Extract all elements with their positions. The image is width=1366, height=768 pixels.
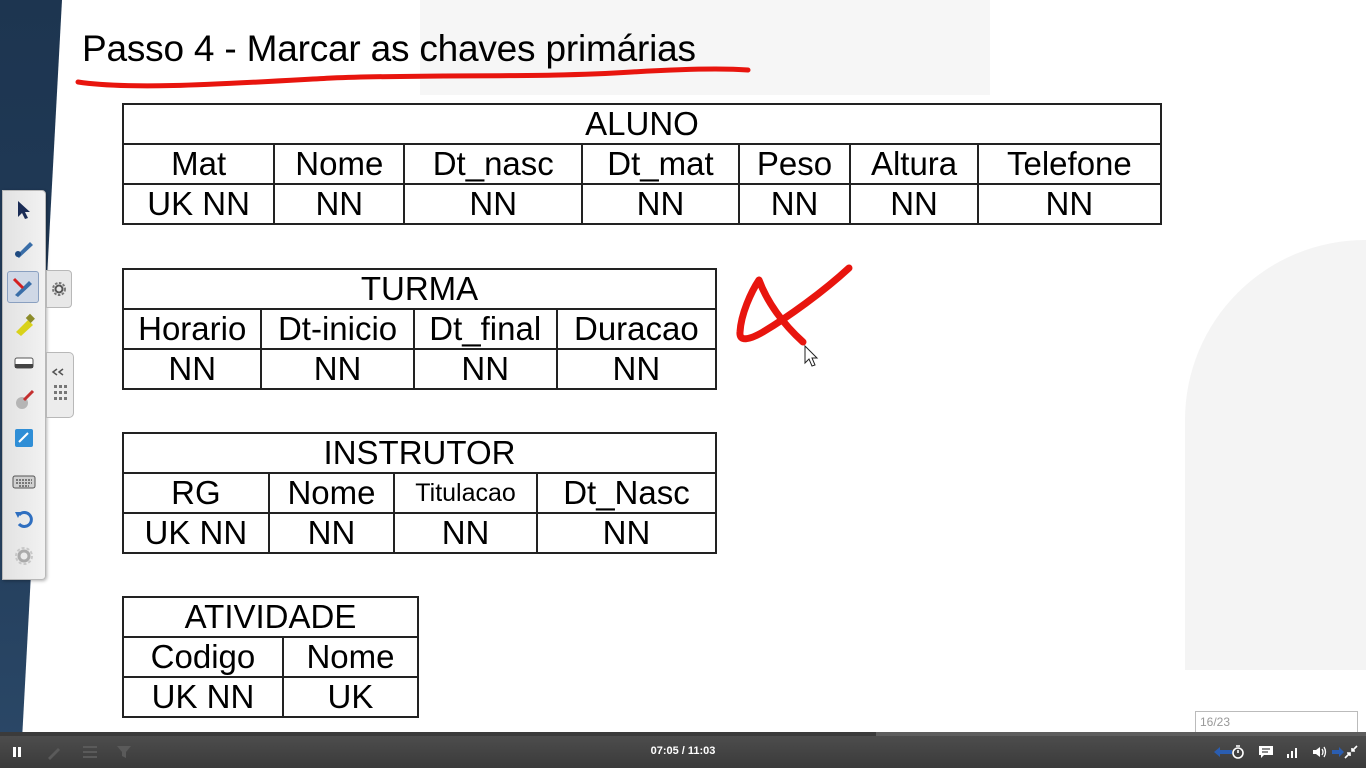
column-header: Duracao [555,308,718,350]
chat-bubble-icon [1259,746,1273,758]
column-header: Dt_Nasc [535,472,718,514]
collapse-chevron-icon [51,368,67,400]
constraint-cell: NN [273,183,406,225]
column-header: Nome [267,472,396,514]
red-ink-annotation [736,264,853,346]
select-arrow-icon[interactable] [9,195,39,225]
table-title: ALUNO [122,103,1162,145]
settings-icon[interactable] [9,541,39,571]
constraint-cell: NN [555,348,718,390]
table-title: INSTRUTOR [122,432,717,474]
column-header: Mat [121,143,276,185]
pen-icon[interactable] [9,233,39,263]
video-player-bar: 07:05 / 11:03 [0,736,1366,768]
column-header: Dt-inicio [260,308,415,350]
signal-bars-icon [1287,748,1297,758]
constraint-cell: NN [849,183,979,225]
column-header: Codigo [122,636,284,678]
timer-button[interactable] [1230,744,1246,760]
table-title: TURMA [122,268,717,310]
magic-pen-icon[interactable] [9,385,39,415]
background-shape [1185,240,1366,670]
constraint-cell: UK NN [122,512,270,554]
mouse-cursor-icon [804,345,819,367]
column-header: Titulacao [393,472,538,514]
keyboard-icon[interactable] [9,467,39,497]
column-header: Altura [849,143,979,185]
volume-button[interactable] [1312,744,1328,760]
constraint-cell: NN [535,512,718,554]
highlighter-icon[interactable] [9,309,39,339]
column-header: RG [122,472,270,514]
captions-button[interactable] [1258,744,1274,760]
constraint-cell: NN [737,183,852,225]
stopwatch-icon [1232,745,1244,759]
toolbar-collapse-handle[interactable] [46,352,74,418]
table-title: ATIVIDADE [122,596,419,638]
column-header: Peso [737,143,852,185]
drawing-toolbar [2,190,46,580]
constraint-cell: NN [260,348,415,390]
entity-table-aluno: ALUNO Mat Nome Dt_nasc Dt_mat Peso Altur… [121,103,1163,225]
speaker-icon [1313,746,1327,758]
column-header: Nome [281,636,420,678]
constraint-cell: NN [403,183,584,225]
constraint-cell: NN [976,183,1163,225]
time-display: 07:05 / 11:03 [650,745,716,757]
page-indicator: 16/23 [1195,711,1358,733]
column-header: Nome [273,143,406,185]
constraint-cell: NN [121,348,263,390]
column-header: Telefone [976,143,1163,185]
entity-table-turma: TURMA Horario Dt-inicio Dt_final Duracao… [121,268,718,390]
constraint-cell: UK NN [121,183,276,225]
column-header: Dt_final [412,308,558,350]
constraint-cell: NN [581,183,740,225]
constraint-cell: NN [412,348,558,390]
entity-table-instrutor: INSTRUTOR RG Nome Titulacao Dt_Nasc UK N… [122,432,718,554]
collapse-icon [1344,745,1358,759]
quality-button[interactable] [1285,744,1301,760]
pen-settings-gear-icon[interactable] [46,270,72,308]
constraint-cell: UK NN [122,676,284,718]
exit-fullscreen-button[interactable] [1343,744,1359,760]
whiteboard-icon[interactable] [9,423,39,453]
column-header: Horario [121,308,263,350]
undo-icon[interactable] [9,503,39,533]
eraser-icon[interactable] [9,347,39,377]
column-header: Dt_nasc [403,143,584,185]
entity-table-atividade: ATIVIDADE Codigo Nome UK NN UK [122,596,420,718]
constraint-cell: UK [281,676,420,718]
red-underline-annotation [75,66,751,89]
pen-active-icon[interactable] [7,271,39,303]
constraint-cell: NN [267,512,396,554]
column-header: Dt_mat [581,143,740,185]
constraint-cell: NN [393,512,538,554]
